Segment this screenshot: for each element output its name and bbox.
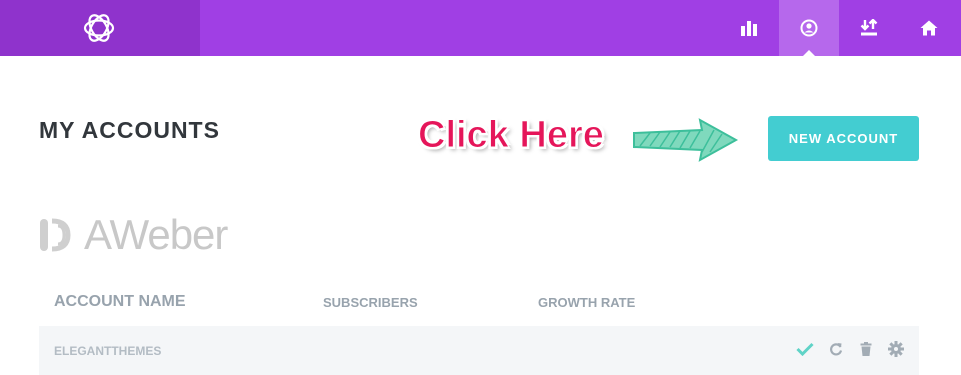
delete-icon[interactable] — [855, 338, 877, 360]
arrow-right-icon — [630, 116, 740, 164]
page-title: MY ACCOUNTS — [39, 117, 220, 143]
table-header: ACCOUNT NAME SUBSCRIBERS GROWTH RATE — [39, 282, 919, 322]
column-subscribers: SUBSCRIBERS — [323, 294, 418, 310]
new-account-button[interactable]: NEW ACCOUNT — [768, 116, 919, 161]
aweber-logo-icon — [38, 213, 82, 257]
import-export-icon[interactable] — [839, 0, 899, 56]
top-bar — [0, 0, 961, 57]
column-account-name: ACCOUNT NAME — [54, 293, 186, 310]
accounts-icon[interactable] — [779, 0, 839, 57]
account-name-cell: ELEGANTTHEMES — [54, 343, 162, 358]
table-row: ELEGANTTHEMES — [39, 326, 919, 375]
settings-icon[interactable] — [885, 338, 907, 360]
home-icon[interactable] — [899, 0, 959, 56]
check-icon[interactable] — [794, 338, 816, 360]
provider-name: AWeber — [84, 211, 228, 258]
click-here-annotation: Click Here — [418, 114, 605, 157]
refresh-icon[interactable] — [825, 338, 847, 360]
logo-block — [0, 0, 200, 56]
stats-icon[interactable] — [719, 0, 779, 56]
provider-logo: AWeber — [38, 211, 228, 258]
bloom-logo-icon[interactable] — [81, 10, 117, 46]
column-growth-rate: GROWTH RATE — [538, 294, 636, 310]
